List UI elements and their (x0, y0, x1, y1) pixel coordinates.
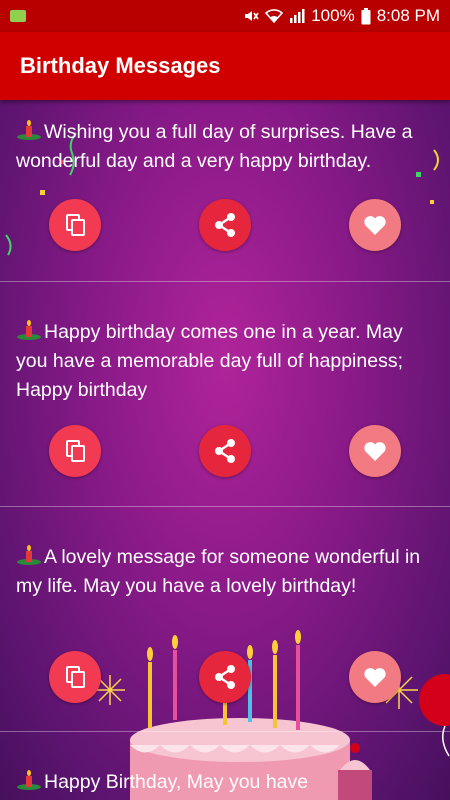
heart-icon (364, 216, 386, 235)
share-icon (215, 213, 235, 237)
heart-icon (364, 442, 386, 461)
favorite-button[interactable] (349, 425, 401, 477)
message-card: Wishing you a full day of surprises. Hav… (0, 100, 450, 282)
signal-icon (289, 9, 305, 23)
copy-icon (66, 666, 85, 688)
candle-icon (17, 320, 41, 340)
message-card: Happy birthday comes one in a year. May … (0, 282, 450, 507)
mute-icon (243, 8, 259, 24)
wifi-icon (265, 9, 284, 23)
app-bar: Birthday Messages (0, 32, 450, 100)
candle-icon (17, 545, 41, 565)
copy-button[interactable] (49, 425, 101, 477)
status-bar: 100% 8:08 PM (0, 0, 450, 32)
clock: 8:08 PM (376, 6, 440, 25)
notification-icon (10, 10, 26, 22)
message-text: Happy birthday comes one in a year. May … (16, 320, 403, 401)
candle-icon (17, 770, 41, 790)
battery-icon (361, 7, 371, 25)
message-text: Wishing you a full day of surprises. Hav… (16, 120, 413, 172)
favorite-button[interactable] (349, 199, 401, 251)
favorite-button[interactable] (349, 651, 401, 703)
share-button[interactable] (199, 651, 251, 703)
share-button[interactable] (199, 425, 251, 477)
battery-percent: 100% (311, 6, 355, 25)
message-card: A lovely message for someone wonderful i… (0, 507, 450, 732)
copy-button[interactable] (49, 199, 101, 251)
message-text: A lovely message for someone wonderful i… (16, 545, 421, 597)
app-title: Birthday Messages (20, 53, 221, 78)
copy-button[interactable] (49, 651, 101, 703)
candle-icon (17, 120, 41, 140)
message-text: Happy Birthday, May you have (0, 732, 450, 797)
copy-icon (66, 440, 85, 462)
heart-icon (364, 668, 386, 687)
share-button[interactable] (199, 199, 251, 251)
share-icon (215, 665, 235, 689)
message-card: Happy Birthday, May you have (0, 732, 450, 800)
message-list[interactable]: Wishing you a full day of surprises. Hav… (0, 100, 450, 800)
share-icon (215, 439, 235, 463)
copy-icon (66, 214, 85, 236)
